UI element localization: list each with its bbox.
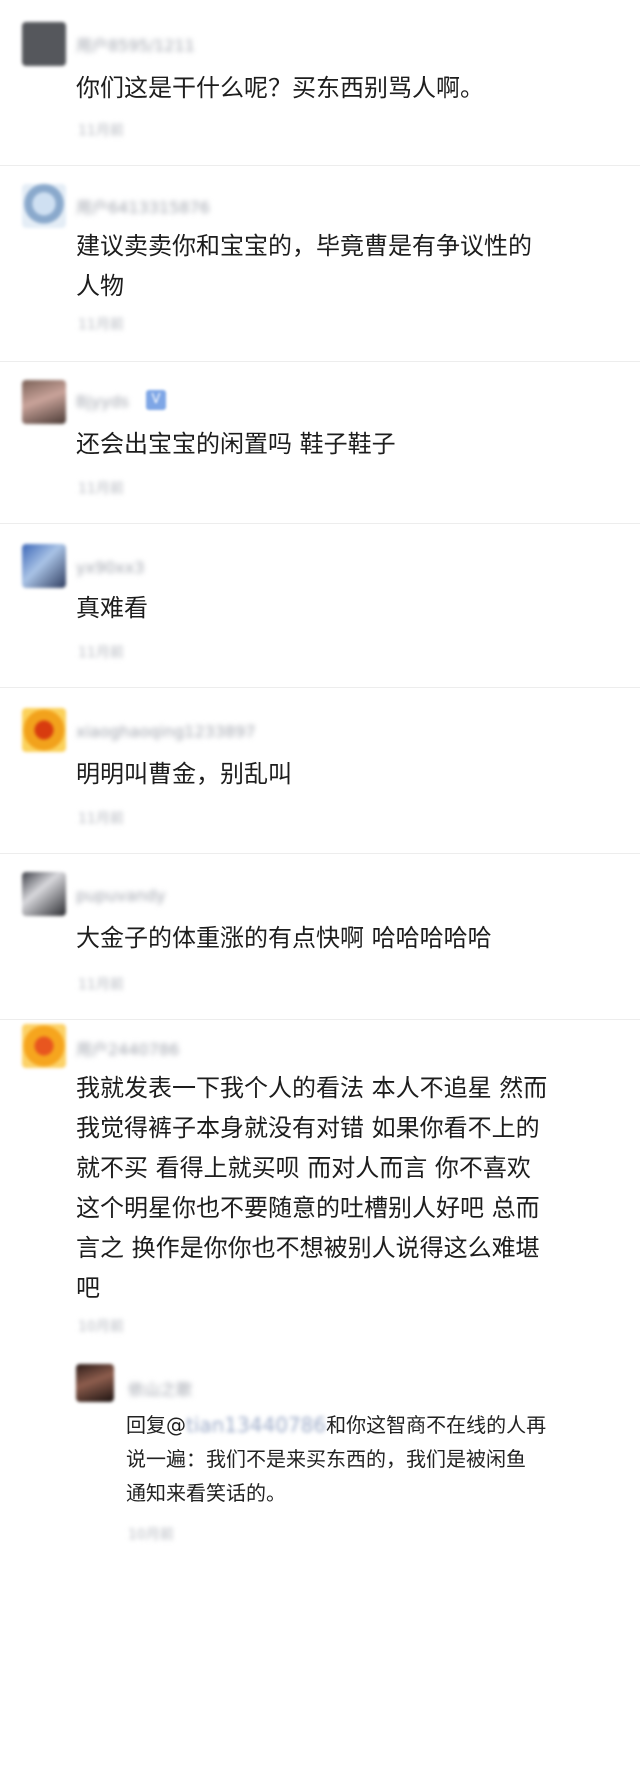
username[interactable]: yx90xx3 — [76, 558, 144, 577]
comment-text: 真难看 — [76, 594, 148, 622]
comment-time: 11月前 — [78, 317, 124, 333]
avatar[interactable] — [22, 872, 66, 916]
avatar[interactable] — [22, 708, 66, 752]
comment-item: pupuvandy 大金子的体重涨的有点快啊 哈哈哈哈哈 11月前 — [0, 854, 640, 1020]
comment-item: 用户2440786 我就发表一下我个人的看法 本人不追星 然而 我觉得裤子本身就… — [0, 1020, 640, 1767]
username[interactable]: 用户8595/1211 — [76, 32, 195, 55]
avatar[interactable] — [22, 184, 66, 228]
username[interactable]: pupuvandy — [76, 886, 166, 905]
comment-item: 用户6413315876 建议卖卖你和宝宝的，毕竟曹是有争议性的 人物 11月前 — [0, 166, 640, 362]
comment-time: 11月前 — [78, 977, 124, 993]
comment-text: 还会出宝宝的闲置吗 鞋子鞋子 — [76, 430, 396, 458]
reply-text: 回复@tian13440786和你这智商不在线的人再 说一遍：我们不是来买东西的… — [126, 1408, 606, 1510]
comment-time: 10月前 — [78, 1319, 124, 1335]
avatar[interactable] — [22, 22, 66, 66]
username[interactable]: 用户2440786 — [76, 1036, 179, 1059]
reply-item: 依山之歌 回复@tian13440786和你这智商不在线的人再 说一遍：我们不是… — [76, 1360, 616, 1550]
vip-badge-icon: V — [146, 390, 166, 410]
username[interactable]: 用户6413315876 — [76, 194, 210, 217]
comment-item: Bjyyds V 还会出宝宝的闲置吗 鞋子鞋子 11月前 — [0, 362, 640, 524]
comment-item: yx90xx3 真难看 11月前 — [0, 524, 640, 688]
comment-item: 用户8595/1211 你们这是干什么呢？买东西别骂人啊。 11月前 — [0, 0, 640, 166]
comment-text: 你们这是干什么呢？买东西别骂人啊。 — [76, 74, 484, 102]
comment-text: 大金子的体重涨的有点快啊 哈哈哈哈哈 — [76, 924, 492, 952]
avatar[interactable] — [22, 1024, 66, 1068]
mention-link[interactable]: tian13440786 — [186, 1408, 326, 1442]
username[interactable]: Bjyyds — [76, 392, 129, 411]
reply-text-rest: 说一遍：我们不是来买东西的，我们是被闲鱼 通知来看笑话的。 — [126, 1447, 526, 1505]
comment-item: xiaoghaoqing1233897 明明叫曹金，别乱叫 11月前 — [0, 688, 640, 854]
avatar[interactable] — [22, 544, 66, 588]
reply-prefix: 回复@ — [126, 1413, 186, 1437]
reply-text-line1: 和你这智商不在线的人再 — [326, 1413, 547, 1437]
comment-time: 11月前 — [78, 481, 124, 497]
avatar[interactable] — [22, 380, 66, 424]
comment-time: 11月前 — [78, 123, 124, 139]
username[interactable]: 依山之歌 — [128, 1376, 192, 1399]
comment-text: 我就发表一下我个人的看法 本人不追星 然而 我觉得裤子本身就没有对错 如果你看不… — [76, 1074, 548, 1302]
username[interactable]: xiaoghaoqing1233897 — [76, 722, 256, 741]
reply-time: 10月前 — [128, 1527, 174, 1543]
comment-text: 建议卖卖你和宝宝的，毕竟曹是有争议性的 人物 — [76, 232, 532, 300]
avatar[interactable] — [76, 1364, 114, 1402]
comment-text: 明明叫曹金，别乱叫 — [76, 760, 292, 788]
comment-time: 11月前 — [78, 645, 124, 661]
comment-time: 11月前 — [78, 811, 124, 827]
